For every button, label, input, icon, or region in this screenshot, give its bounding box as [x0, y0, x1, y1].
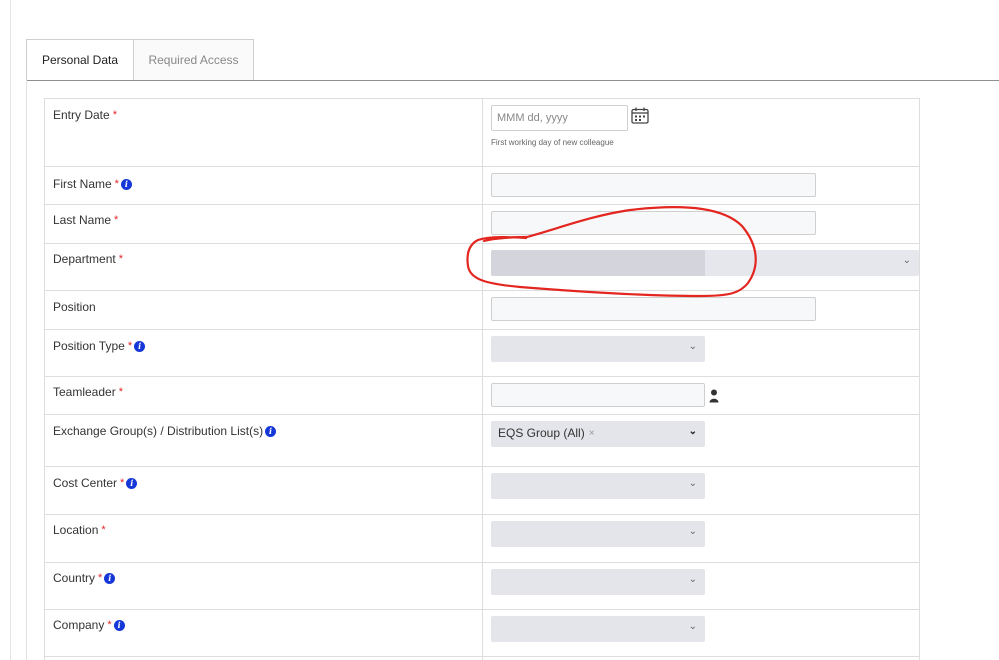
info-circle-icon[interactable]: i: [104, 572, 116, 584]
position-type-select[interactable]: ⌄: [491, 336, 705, 362]
entry-date-placeholder: MMM dd, yyyy: [497, 112, 568, 124]
chevron-down-icon: ⌄: [688, 426, 697, 437]
location-select[interactable]: ⌄: [491, 521, 705, 547]
form-column-divider: [482, 98, 483, 660]
info-circle-icon[interactable]: i: [134, 340, 146, 352]
chevron-down-icon: ⌄: [688, 526, 697, 537]
chevron-down-icon: ⌄: [688, 574, 697, 585]
field-label: Department *: [53, 252, 123, 266]
field-label: Position Type * i: [53, 339, 146, 353]
entry-date-helper: First working day of new colleague: [491, 138, 614, 147]
chevron-down-icon: ⌄: [902, 255, 911, 266]
chevron-down-icon: ⌄: [688, 478, 697, 489]
tab-personal-data[interactable]: Personal Data: [26, 39, 134, 80]
field-label: Company * i: [53, 618, 125, 632]
field-label: Entry Date *: [53, 108, 117, 122]
field-label: First Name * i: [53, 177, 132, 191]
field-label: Cost Center * i: [53, 476, 138, 490]
field-label: Country * i: [53, 571, 116, 585]
page-left-border: [10, 0, 11, 660]
field-label: Position: [53, 300, 96, 314]
field-label: Teamleader *: [53, 385, 123, 399]
last-name-input[interactable]: [491, 211, 816, 235]
department-select[interactable]: ⌄: [491, 250, 919, 276]
cost-center-select[interactable]: ⌄: [491, 473, 705, 499]
tab-required-access[interactable]: Required Access: [134, 39, 254, 80]
exchange-groups-multiselect[interactable]: EQS Group (All) × ⌄: [491, 421, 705, 447]
field-label: Last Name *: [53, 213, 119, 227]
company-select[interactable]: ⌄: [491, 616, 705, 642]
info-circle-icon[interactable]: i: [126, 477, 138, 489]
info-circle-icon[interactable]: i: [265, 425, 277, 437]
calendar-icon[interactable]: [631, 107, 649, 124]
teamleader-input[interactable]: [491, 383, 705, 407]
tab-underline: [26, 80, 999, 81]
position-input[interactable]: [491, 297, 816, 321]
chevron-down-icon: ⌄: [688, 621, 697, 632]
field-label: Location *: [53, 523, 106, 537]
field-label: Exchange Group(s) / Distribution List(s)…: [53, 424, 277, 438]
tab-label: Required Access: [148, 53, 239, 67]
tab-panel-border: [26, 80, 27, 660]
first-name-input[interactable]: [491, 173, 816, 197]
chevron-down-icon: ⌄: [688, 341, 697, 352]
info-circle-icon[interactable]: i: [120, 178, 132, 190]
country-select[interactable]: ⌄: [491, 569, 705, 595]
department-select-loading-bar: [491, 250, 705, 276]
selected-tag: EQS Group (All) ×: [498, 426, 595, 440]
tag-remove-icon[interactable]: ×: [589, 428, 595, 439]
info-circle-icon[interactable]: i: [113, 619, 125, 631]
entry-date-input[interactable]: MMM dd, yyyy: [491, 105, 628, 131]
user-icon[interactable]: [709, 389, 719, 403]
tab-label: Personal Data: [41, 53, 119, 67]
